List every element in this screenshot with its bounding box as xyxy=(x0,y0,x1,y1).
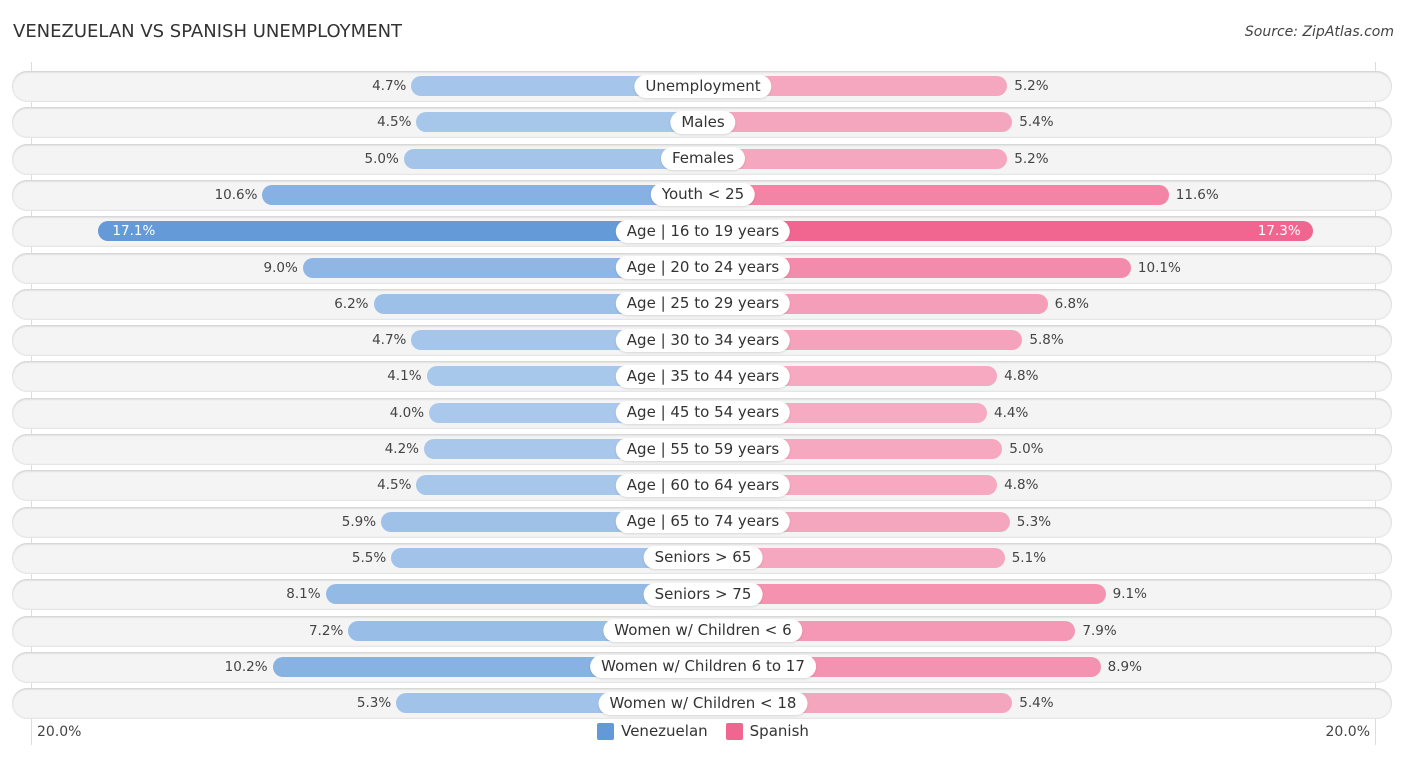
chart-title: VENEZUELAN VS SPANISH UNEMPLOYMENT xyxy=(13,21,403,42)
value-label-venezuelan: 8.1% xyxy=(286,586,321,603)
value-label-spanish: 5.2% xyxy=(1014,150,1049,167)
value-label-venezuelan: 5.3% xyxy=(356,695,392,712)
value-label-spanish: 5.0% xyxy=(1009,441,1044,457)
category-label: Women w/ Children < 18 xyxy=(598,691,808,715)
value-label-spanish: 11.6% xyxy=(1175,186,1219,203)
value-label-spanish: 8.9% xyxy=(1107,658,1142,675)
value-label-venezuelan: 9.0% xyxy=(263,259,298,276)
category-label: Age | 16 to 19 years xyxy=(615,219,791,243)
category-label: Age | 30 to 34 years xyxy=(615,328,791,352)
value-label-venezuelan: 4.7% xyxy=(372,78,407,94)
value-label-venezuelan: 4.5% xyxy=(377,114,412,131)
category-label: Females xyxy=(660,147,746,171)
value-label-spanish: 4.8% xyxy=(1004,368,1039,385)
value-label-venezuelan: 10.2% xyxy=(224,658,268,675)
value-label-venezuelan: 10.6% xyxy=(214,186,258,203)
bar-venezuelan[interactable] xyxy=(403,148,703,169)
legend-label-spanish: Spanish xyxy=(749,722,809,740)
value-label-venezuelan: 4.7% xyxy=(372,332,407,349)
value-label-spanish: 4.4% xyxy=(994,404,1029,421)
value-label-spanish: 5.2% xyxy=(1014,78,1049,94)
value-label-spanish: 5.8% xyxy=(1029,332,1064,349)
value-label-venezuelan: 17.1% xyxy=(112,223,156,240)
bar-spanish[interactable] xyxy=(703,584,1106,605)
category-label: Seniors > 75 xyxy=(643,582,763,606)
value-label-spanish: 9.1% xyxy=(1112,586,1147,603)
category-label: Age | 45 to 54 years xyxy=(615,401,791,425)
value-label-spanish: 7.9% xyxy=(1082,622,1117,639)
category-label: Age | 55 to 59 years xyxy=(615,437,791,461)
category-label: Age | 65 to 74 years xyxy=(615,510,791,534)
value-label-spanish: 5.3% xyxy=(1016,513,1052,530)
legend-swatch-spanish xyxy=(725,722,743,740)
value-label-venezuelan: 7.2% xyxy=(308,622,344,639)
category-label: Women w/ Children 6 to 17 xyxy=(590,655,816,679)
value-label-spanish: 5.4% xyxy=(1019,695,1054,712)
category-label: Males xyxy=(670,110,736,134)
category-label: Age | 60 to 64 years xyxy=(615,473,791,497)
category-label: Age | 35 to 44 years xyxy=(615,364,791,388)
category-label: Age | 25 to 29 years xyxy=(615,292,791,316)
bar-spanish[interactable] xyxy=(703,112,1013,133)
legend-label-venezuelan: Venezuelan xyxy=(621,722,708,740)
value-label-venezuelan: 5.9% xyxy=(341,513,377,530)
value-label-venezuelan: 4.0% xyxy=(389,404,425,421)
category-label: Unemployment xyxy=(634,74,772,98)
category-label: Youth < 25 xyxy=(650,183,756,207)
legend-swatch-venezuelan xyxy=(597,722,615,740)
bar-venezuelan[interactable] xyxy=(416,112,703,133)
value-label-venezuelan: 4.2% xyxy=(384,441,419,457)
category-label: Seniors > 65 xyxy=(643,546,763,570)
legend-item-spanish[interactable]: Spanish xyxy=(725,722,809,740)
value-label-spanish: 6.8% xyxy=(1054,295,1089,312)
bar-spanish[interactable] xyxy=(703,221,1313,242)
bar-venezuelan[interactable] xyxy=(262,184,703,205)
source-note: Source: ZipAtlas.com xyxy=(1244,24,1394,40)
bar-venezuelan[interactable] xyxy=(98,221,703,242)
legend-item-venezuelan[interactable]: Venezuelan xyxy=(597,722,708,740)
bar-spanish[interactable] xyxy=(703,148,1008,169)
value-label-spanish: 17.3% xyxy=(1257,223,1301,240)
value-label-spanish: 10.1% xyxy=(1137,259,1181,276)
value-label-venezuelan: 5.5% xyxy=(351,549,387,566)
value-label-spanish: 4.8% xyxy=(1004,477,1039,494)
value-label-venezuelan: 4.1% xyxy=(387,368,422,385)
value-label-venezuelan: 4.5% xyxy=(377,477,412,494)
category-label: Age | 20 to 24 years xyxy=(615,256,791,279)
value-label-venezuelan: 6.2% xyxy=(334,295,369,312)
legend: Venezuelan Spanish xyxy=(0,722,1406,740)
value-label-venezuelan: 5.0% xyxy=(364,150,399,167)
value-label-spanish: 5.4% xyxy=(1019,114,1054,131)
category-label: Women w/ Children < 6 xyxy=(603,619,803,642)
bar-spanish[interactable] xyxy=(703,184,1169,205)
value-label-spanish: 5.1% xyxy=(1011,549,1047,566)
